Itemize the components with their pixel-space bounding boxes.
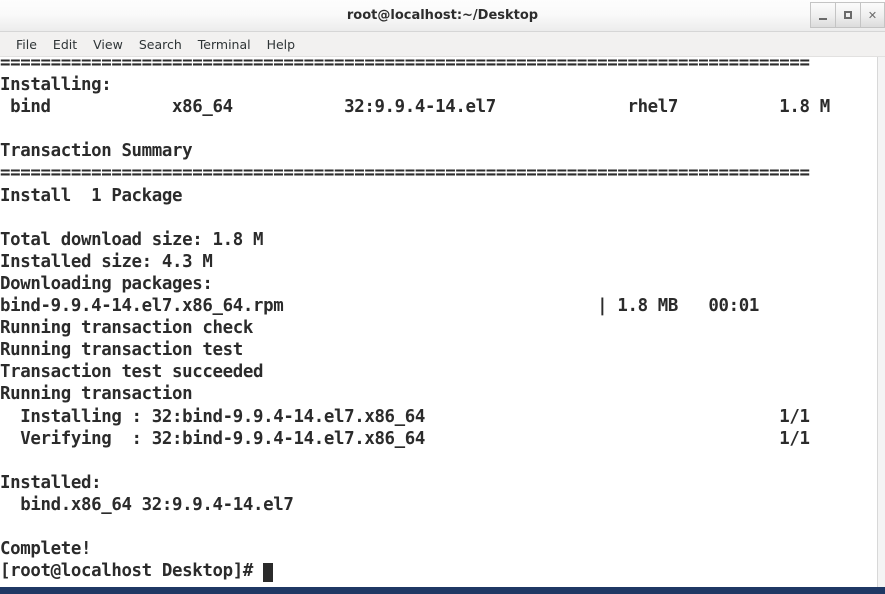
scrollbar-thumb[interactable]: [878, 57, 885, 588]
maximize-button[interactable]: [835, 2, 860, 28]
maximize-icon: [844, 11, 852, 19]
menu-item-file[interactable]: File: [8, 35, 45, 54]
window-titlebar[interactable]: root@localhost:~/Desktop ✕: [0, 0, 885, 32]
terminal-text: ========================================…: [0, 57, 830, 582]
menu-item-terminal[interactable]: Terminal: [190, 35, 259, 54]
bottom-status-bar: [0, 587, 885, 594]
menu-item-edit[interactable]: Edit: [45, 35, 85, 54]
terminal-output-area[interactable]: ========================================…: [0, 57, 885, 588]
minimize-button[interactable]: [810, 2, 835, 28]
menu-bar: File Edit View Search Terminal Help: [0, 32, 885, 57]
terminal-window: root@localhost:~/Desktop ✕ File Edit Vie…: [0, 0, 885, 594]
window-title: root@localhost:~/Desktop: [346, 8, 539, 23]
menu-item-search[interactable]: Search: [131, 35, 190, 54]
menu-item-help[interactable]: Help: [259, 35, 304, 54]
minimize-icon: [819, 17, 827, 20]
close-button[interactable]: ✕: [860, 2, 885, 28]
close-icon: ✕: [867, 8, 878, 22]
terminal-scrollbar[interactable]: [877, 57, 885, 588]
window-controls: ✕: [810, 2, 885, 29]
menu-item-view[interactable]: View: [85, 35, 131, 54]
terminal-cursor: [263, 563, 273, 582]
